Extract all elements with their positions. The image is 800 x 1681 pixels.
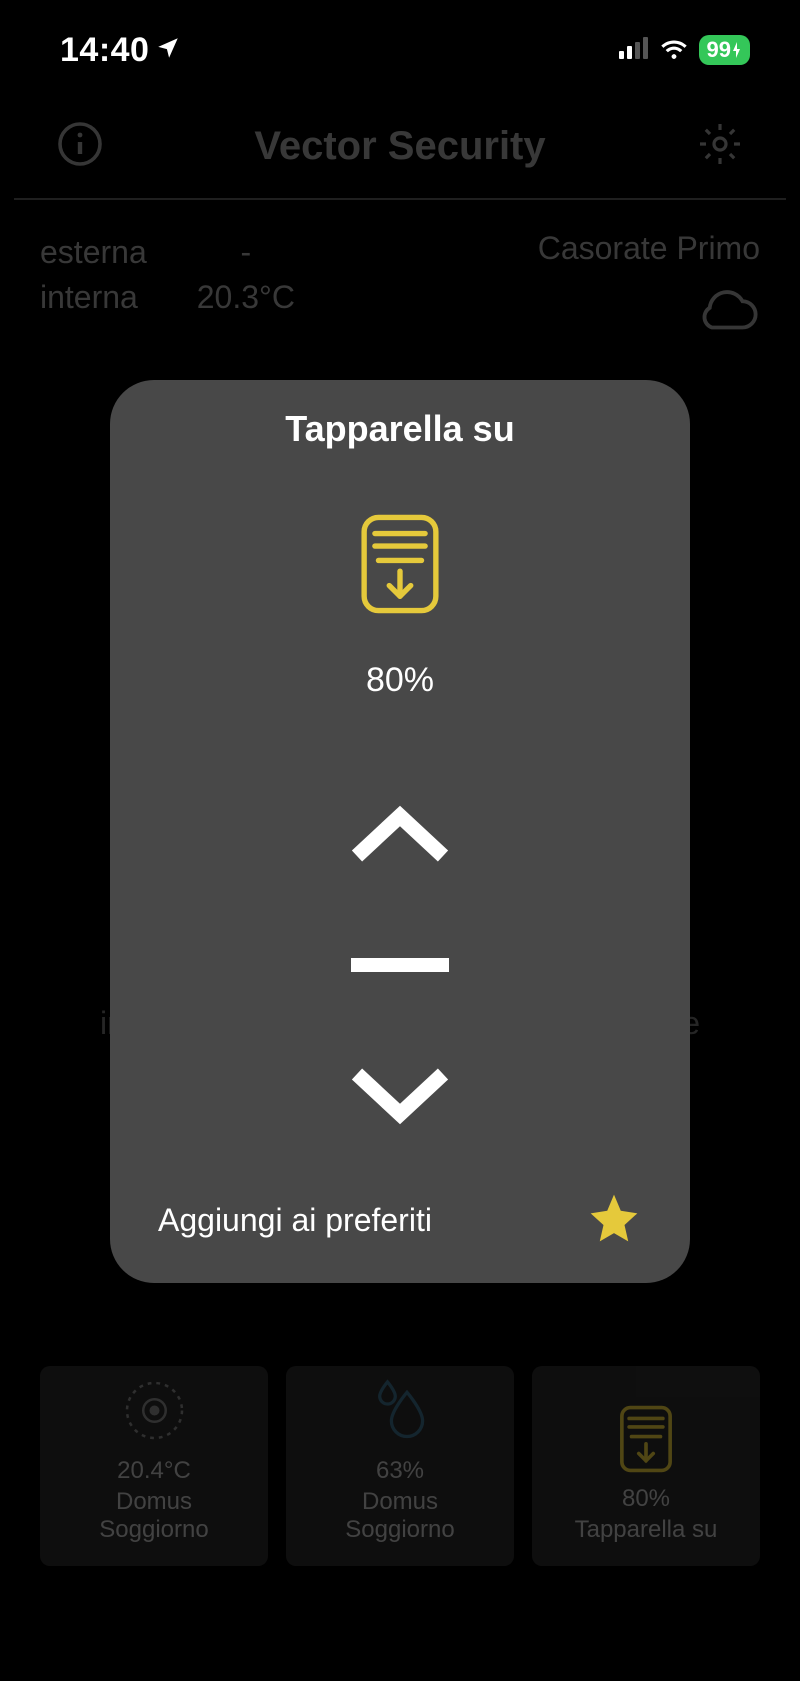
tile-value: 80% bbox=[622, 1485, 670, 1513]
tile-line1: Tapparella su bbox=[575, 1516, 718, 1544]
shutter-down-button[interactable] bbox=[345, 1060, 455, 1130]
modal-footer: Aggiungi ai preferiti bbox=[144, 1190, 656, 1251]
tile-humidity[interactable]: 63% Domus Soggiorno bbox=[286, 1366, 514, 1566]
info-icon[interactable] bbox=[56, 120, 104, 173]
weather-label-outside: esterna bbox=[40, 230, 147, 275]
gear-icon[interactable] bbox=[696, 120, 744, 173]
humidity-drops-icon bbox=[368, 1373, 433, 1453]
page-title: Vector Security bbox=[254, 124, 545, 169]
weather-label-inside: interna bbox=[40, 275, 147, 320]
weather-row: esterna interna - 20.3°C Casorate Primo bbox=[0, 200, 800, 370]
status-bar: 14:40 99 bbox=[0, 0, 800, 90]
status-time: 14:40 bbox=[60, 31, 149, 70]
add-favorite-label: Aggiungi ai preferiti bbox=[158, 1202, 432, 1239]
shutter-icon bbox=[355, 512, 445, 621]
tile-value: 63% bbox=[376, 1457, 424, 1485]
tile-line1: Domus bbox=[362, 1488, 438, 1516]
thermostat-dial-icon bbox=[117, 1373, 192, 1453]
wifi-icon bbox=[659, 37, 689, 64]
tile-line1: Domus bbox=[116, 1488, 192, 1516]
shutter-control-modal: Tapparella su 80% Aggiungi ai preferiti bbox=[110, 380, 690, 1283]
battery-indicator: 99 bbox=[699, 35, 750, 65]
shutter-icon bbox=[617, 1404, 675, 1479]
shutter-percent: 80% bbox=[366, 661, 434, 700]
cellular-signal-icon bbox=[619, 37, 649, 64]
tile-temperature[interactable]: 20.4°C Domus Soggiorno bbox=[40, 1366, 268, 1566]
favorite-tiles: 20.4°C Domus Soggiorno 63% Domus Soggior… bbox=[40, 1366, 760, 1566]
battery-percent: 99 bbox=[707, 37, 731, 63]
cloud-icon bbox=[690, 322, 760, 339]
tile-line2: Soggiorno bbox=[99, 1516, 208, 1544]
weather-value-inside: 20.3°C bbox=[197, 275, 295, 320]
modal-title: Tapparella su bbox=[285, 408, 514, 450]
location-arrow-icon bbox=[155, 35, 181, 66]
weather-city: Casorate Primo bbox=[538, 230, 760, 267]
tile-shutter[interactable]: 80% Tapparella su bbox=[532, 1366, 760, 1566]
tile-value: 20.4°C bbox=[117, 1457, 191, 1485]
status-right: 99 bbox=[619, 35, 750, 65]
favorite-star-button[interactable] bbox=[586, 1190, 642, 1251]
shutter-stop-button[interactable] bbox=[345, 930, 455, 1000]
status-left: 14:40 bbox=[60, 31, 181, 70]
app-header: Vector Security bbox=[14, 100, 786, 200]
weather-value-outside: - bbox=[197, 230, 295, 275]
shutter-up-button[interactable] bbox=[345, 800, 455, 870]
tile-line2: Soggiorno bbox=[345, 1516, 454, 1544]
